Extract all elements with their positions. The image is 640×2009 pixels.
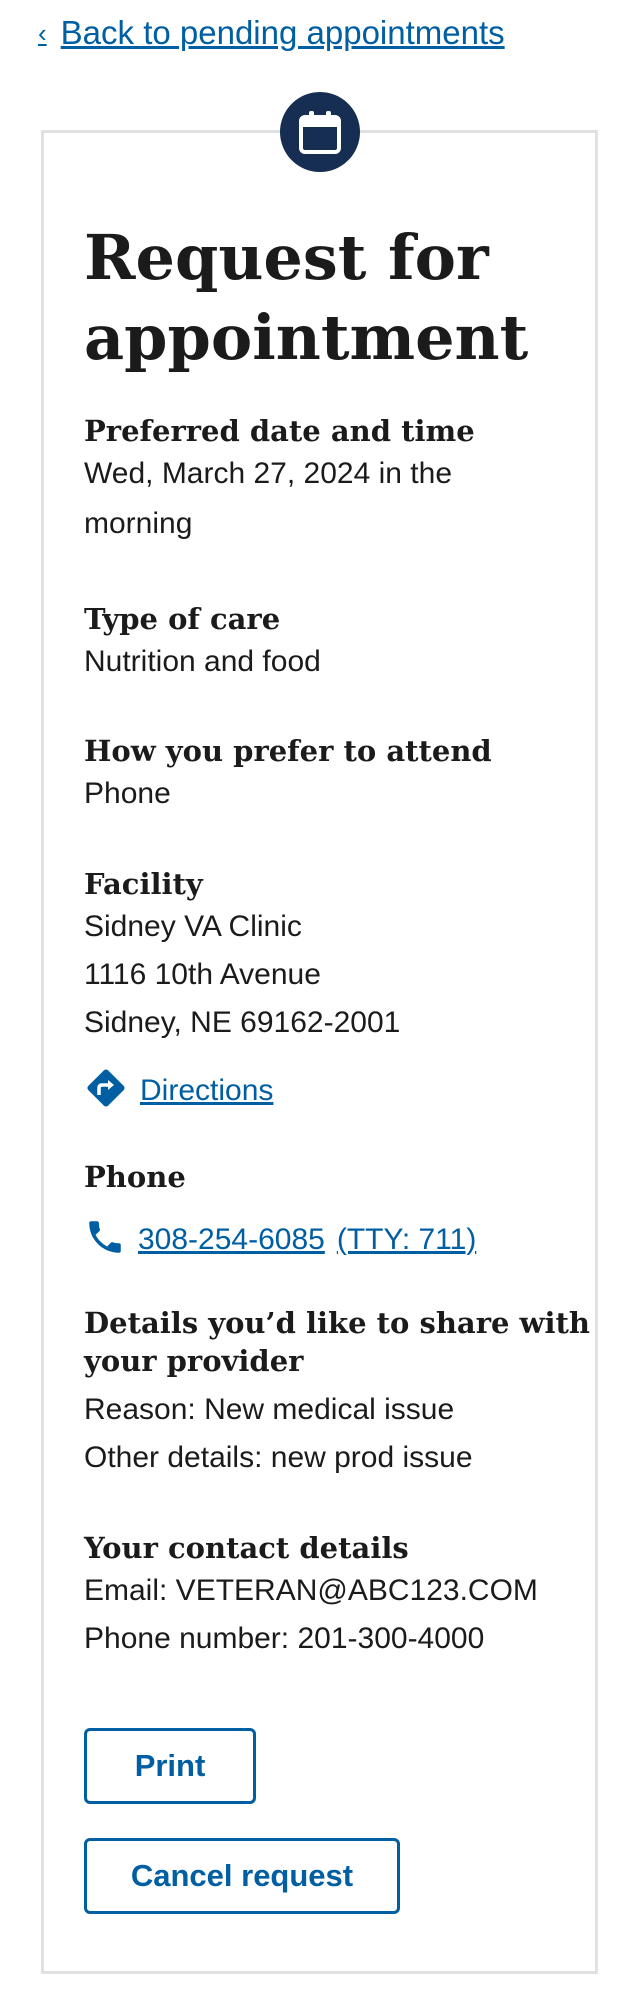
phone-number-link[interactable]: 308-254-6085 bbox=[138, 1223, 325, 1257]
phone-row: 308-254-6085 (TTY: 711) bbox=[84, 1216, 476, 1263]
tty-link[interactable]: (TTY: 711) bbox=[337, 1223, 476, 1257]
preferred-date-label: Preferred date and time bbox=[84, 414, 475, 448]
back-to-pending-link[interactable]: ‹ Back to pending appointments bbox=[38, 14, 505, 52]
facility-street: 1116 10th Avenue bbox=[84, 958, 321, 991]
preferred-date-line1: Wed, March 27, 2024 in the bbox=[84, 457, 452, 490]
directions-row: Directions bbox=[84, 1066, 273, 1115]
phone-icon bbox=[84, 1216, 126, 1263]
details-label-line2: your provider bbox=[84, 1344, 304, 1378]
preferred-date-line2: morning bbox=[84, 507, 193, 540]
back-link-label: Back to pending appointments bbox=[60, 14, 505, 51]
type-of-care-value: Nutrition and food bbox=[84, 645, 321, 678]
contact-label: Your contact details bbox=[84, 1531, 409, 1565]
directions-link[interactable]: Directions bbox=[140, 1074, 273, 1108]
chevron-left-icon: ‹ bbox=[38, 17, 47, 48]
facility-label: Facility bbox=[84, 867, 203, 901]
appointment-card bbox=[41, 130, 598, 1974]
page-title: Request for appointment bbox=[84, 221, 529, 374]
details-reason: Reason: New medical issue bbox=[84, 1393, 455, 1426]
calendar-icon bbox=[280, 92, 360, 172]
attend-label: How you prefer to attend bbox=[84, 734, 492, 768]
cancel-request-button[interactable]: Cancel request bbox=[84, 1838, 400, 1914]
facility-city: Sidney, NE 69162-2001 bbox=[84, 1006, 401, 1039]
type-of-care-label: Type of care bbox=[84, 602, 281, 636]
facility-name: Sidney VA Clinic bbox=[84, 910, 302, 943]
print-button[interactable]: Print bbox=[84, 1728, 256, 1804]
contact-email: Email: VETERAN@ABC123.COM bbox=[84, 1574, 538, 1607]
details-other: Other details: new prod issue bbox=[84, 1441, 473, 1474]
directions-icon bbox=[84, 1066, 128, 1115]
details-label-line1: Details you’d like to share with bbox=[84, 1306, 590, 1340]
attend-value: Phone bbox=[84, 777, 171, 810]
contact-phone: Phone number: 201-300-4000 bbox=[84, 1622, 485, 1655]
phone-label: Phone bbox=[84, 1160, 186, 1194]
